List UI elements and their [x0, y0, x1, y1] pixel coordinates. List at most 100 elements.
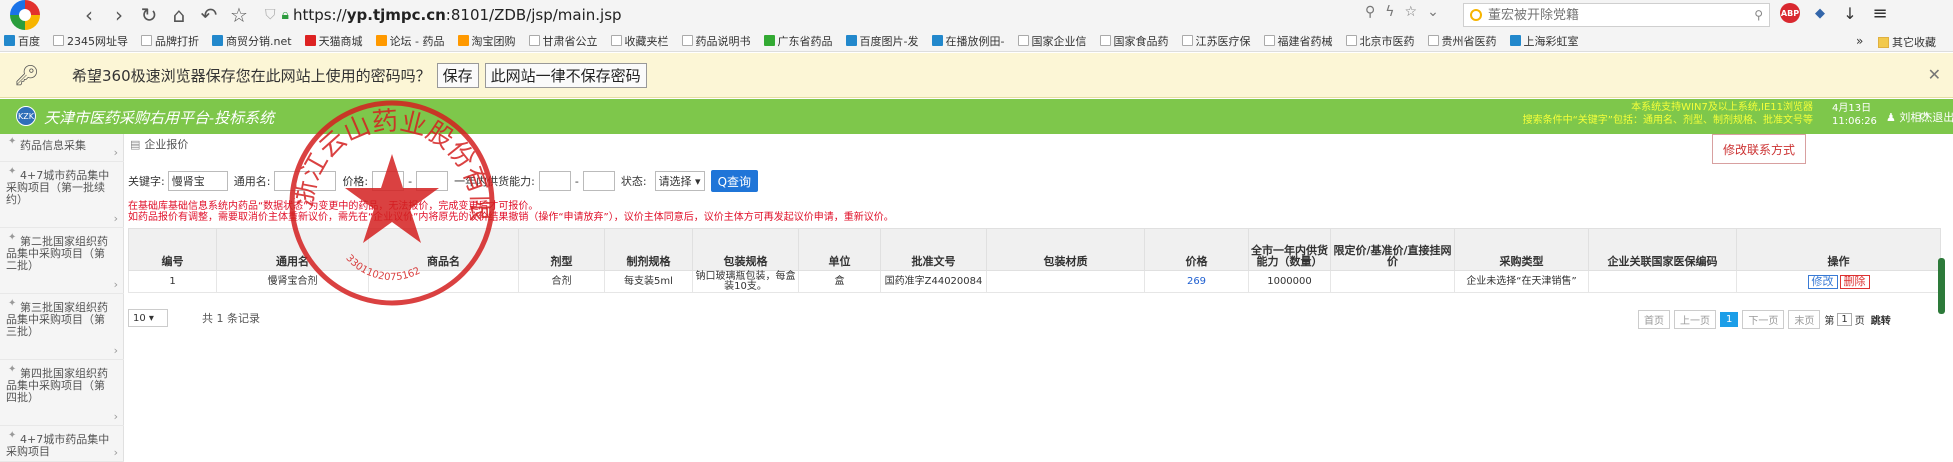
zoom-icon[interactable]: ⚲ [1365, 4, 1375, 20]
home-icon[interactable]: ⌂ [166, 2, 192, 28]
bookmark-item[interactable]: 淘宝团购 [457, 33, 516, 49]
system-title: 天津市医药采购右用平台-投标系统 [44, 109, 275, 127]
sidebar-item-label: 4+7城市药品集中采购项目 [6, 433, 110, 458]
capacity-label: 一年内供货能力: [454, 175, 535, 188]
close-icon[interactable]: ✕ [1928, 65, 1941, 84]
edit-contact-button[interactable]: 修改联系方式 [1712, 134, 1807, 164]
page-size-select[interactable]: 10 ▾ [128, 309, 168, 327]
query-button[interactable]: Q查询 [710, 170, 759, 192]
bookmark-item[interactable]: 天猫商城 [304, 33, 363, 49]
generic-name-input[interactable] [274, 171, 337, 191]
bookmark-item[interactable]: 2345网址导 [53, 33, 128, 49]
bookmark-page-icon [528, 35, 540, 46]
bookmark-page-icon [1345, 35, 1357, 46]
filter-bar: 关键字: 通用名: 价格: - 一年内供货能力: - 状态: 请选择 ▾ Q查询 [128, 169, 759, 193]
current-page-button[interactable]: 1 [1720, 312, 1739, 327]
menu-icon[interactable]: ≡ [1870, 3, 1890, 24]
bookmark-item[interactable]: 百度图片-发 [845, 33, 919, 49]
bookmark-page-icon [681, 35, 693, 46]
prev-page-button[interactable]: 上一页 [1674, 310, 1716, 329]
first-page-button[interactable]: 首页 [1638, 310, 1670, 329]
column-header: 价格 [1144, 228, 1249, 271]
bookmark-item[interactable]: 贵州省医药 [1427, 33, 1497, 49]
bookmark-item[interactable]: 药品说明书 [681, 33, 751, 49]
bookmark-item[interactable]: 甘肃省公立 [528, 33, 598, 49]
never-save-button[interactable]: 此网站一律不保存密码 [484, 62, 647, 88]
forward-arrow-icon[interactable]: › [106, 2, 132, 28]
cell-capacity: 1000000 [1248, 270, 1331, 293]
bookmark-star-icon[interactable]: ☆ [1405, 4, 1418, 20]
price-min-input[interactable] [372, 171, 405, 191]
address-bar[interactable]: ⛉ 🔒︎ https://yp.tjmpc.cn:8101/ZDB/jsp/ma… [265, 3, 1360, 27]
date-text: 4月13日 [1832, 103, 1872, 114]
column-header: 单位 [798, 228, 881, 271]
bookmark-item[interactable]: 广东省药品 [763, 33, 833, 49]
search-engine-icon [1470, 9, 1482, 21]
bookmark-item[interactable]: 品牌打折 [141, 33, 199, 49]
bolt-icon[interactable]: ϟ [1385, 4, 1394, 20]
save-password-button[interactable]: 保存 [436, 62, 479, 88]
bookmark-item[interactable]: 北京市医药 [1345, 33, 1415, 49]
bookmark-item[interactable]: 国家企业信 [1017, 33, 1087, 49]
status-label: 状态: [620, 175, 647, 188]
bookmark-item[interactable]: 收藏夹栏 [610, 33, 669, 49]
column-header: 操作 [1736, 228, 1941, 271]
sidebar-item-icon: ✦ [8, 136, 17, 147]
vertical-scrollbar[interactable] [1938, 258, 1945, 314]
column-header: 包装规格 [692, 228, 799, 271]
table-row[interactable]: 1 慢肾宝合剂 合剂 每支装5ml 钠口玻璃瓶包装，每盒装10支。盒国药准字Z44020… [128, 270, 1941, 293]
last-page-button[interactable]: 末页 [1788, 310, 1821, 329]
capacity-min-input[interactable] [538, 171, 571, 191]
bookmark-label: 广东省药品 [777, 34, 833, 48]
sidebar-item[interactable]: ✦ 4+7城市药品集中采购项目（第一批续约） › [0, 164, 124, 228]
bookmark-item[interactable]: 福建省药械 [1263, 33, 1333, 49]
bookmark-page-icon [763, 35, 775, 46]
page-number-input[interactable]: 1 [1837, 313, 1852, 326]
reload-icon[interactable]: ↻ [136, 2, 162, 28]
status-select[interactable]: 请选择 ▾ [654, 171, 705, 191]
delete-button[interactable]: 删除 [1839, 274, 1870, 289]
page-prefix: 第 [1824, 316, 1835, 327]
go-page-button[interactable]: 跳转 [1871, 312, 1891, 327]
cell-material [986, 270, 1145, 293]
keyword-input[interactable] [167, 171, 228, 191]
bookmark-item[interactable]: 上海彩虹室 [1509, 33, 1579, 49]
chevron-right-icon: › [113, 410, 118, 423]
sidebar-item[interactable]: ✦ 第三批国家组织药品集中采购项目（第三批） › [0, 296, 124, 360]
capacity-max-input[interactable] [582, 171, 615, 191]
bookmark-label: 收藏夹栏 [624, 34, 669, 48]
bookmarks-more-button[interactable]: » [1856, 34, 1863, 48]
download-icon[interactable]: ↓ [1840, 3, 1860, 23]
price-max-input[interactable] [416, 171, 449, 191]
tab-enterprise-quote[interactable]: ▤ 企业报价 [130, 136, 188, 152]
search-input[interactable] [1488, 7, 1748, 23]
next-page-button[interactable]: 下一页 [1742, 310, 1785, 329]
security-shield-icon: ⛉ [265, 7, 276, 23]
bookmark-page-icon [1509, 35, 1521, 46]
sidebar-item[interactable]: ✦ 第四批国家组织药品集中采购项目（第四批） › [0, 362, 124, 426]
logout-button[interactable]: ⏻ 退出 [1920, 109, 1953, 125]
bookmark-label: 福建省药械 [1277, 34, 1333, 48]
bookmark-item[interactable]: 国家食品药 [1099, 33, 1169, 49]
bookmark-item[interactable]: 江苏医疗保 [1181, 33, 1251, 49]
favorite-star-icon[interactable]: ☆ [226, 2, 252, 28]
other-bookmarks-folder[interactable]: 其它收藏 [1878, 34, 1936, 50]
dropdown-chevron-icon[interactable]: ⌄ [1427, 4, 1439, 20]
time-text: 11:06:26 [1832, 116, 1877, 127]
url-text[interactable]: https://yp.tjmpc.cn:8101/ZDB/jsp/main.js… [293, 6, 622, 24]
sidebar-item[interactable]: ✦ 4+7城市药品集中采购项目 › [0, 428, 124, 462]
adblock-icon[interactable]: ABP [1780, 3, 1800, 23]
sidebar-item[interactable]: ✦ 第二批国家组织药品集中采购项目（第二批） › [0, 230, 124, 294]
bookmark-item[interactable]: 百度 [4, 33, 40, 49]
undo-icon[interactable]: ↶ [196, 2, 222, 28]
back-arrow-icon[interactable]: ‹ [76, 2, 102, 28]
search-box[interactable]: ⚲ [1463, 3, 1770, 27]
bookmark-item[interactable]: 论坛 - 药品 [375, 33, 445, 49]
bookmark-item[interactable]: 在播放例田- [931, 33, 1005, 49]
search-icon[interactable]: ⚲ [1754, 8, 1763, 22]
extension-icon[interactable]: ◆ [1810, 3, 1830, 23]
bookmark-label: 贵州省医药 [1441, 34, 1497, 48]
edit-button[interactable]: 修改 [1807, 274, 1838, 289]
bookmark-item[interactable]: 商贸分销.net [212, 33, 292, 49]
sidebar-item[interactable]: ✦ 药品信息采集 › [0, 134, 124, 162]
